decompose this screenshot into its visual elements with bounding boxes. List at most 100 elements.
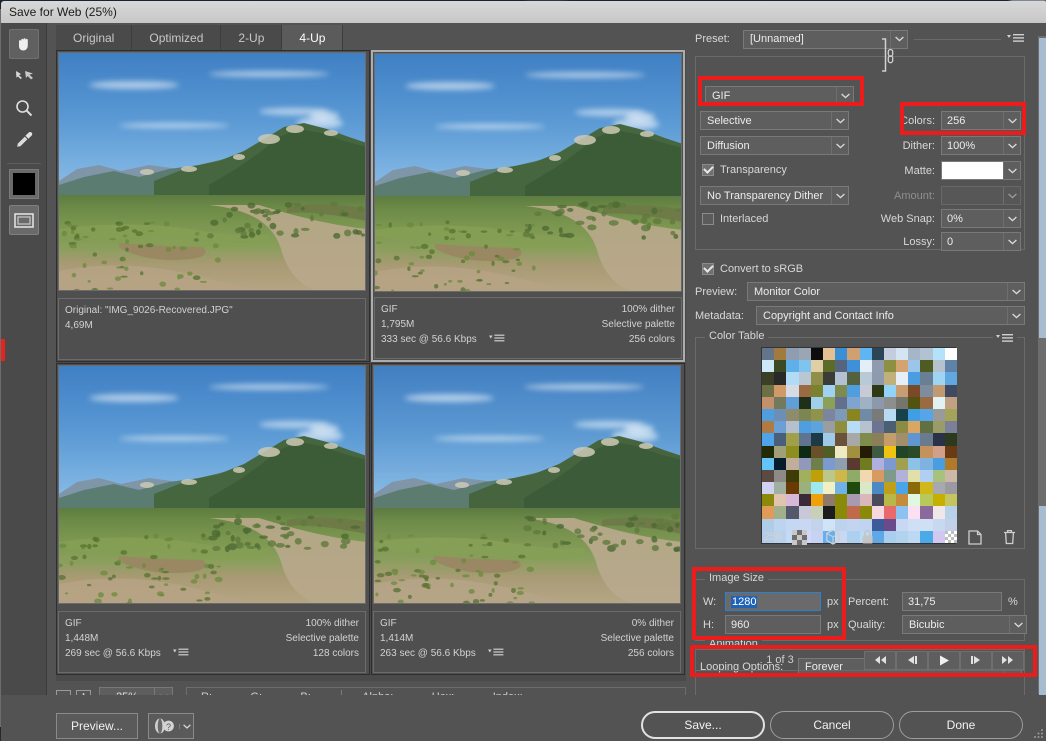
resize-grip-icon[interactable] <box>1032 726 1044 738</box>
color-swatch[interactable] <box>872 458 884 470</box>
color-swatch[interactable] <box>811 506 823 518</box>
color-swatch[interactable] <box>762 372 774 384</box>
color-swatch[interactable] <box>884 385 896 397</box>
preview-color-select[interactable]: Monitor Color <box>747 282 1025 301</box>
height-input[interactable]: 960 <box>725 615 821 634</box>
preview-image[interactable] <box>373 365 681 604</box>
color-swatch[interactable] <box>847 348 859 360</box>
color-swatch[interactable] <box>823 458 835 470</box>
color-swatch[interactable] <box>908 421 920 433</box>
color-swatch[interactable] <box>835 458 847 470</box>
color-swatch[interactable] <box>945 494 957 506</box>
quality-select[interactable]: Bicubic <box>902 615 1027 634</box>
color-swatch[interactable] <box>811 494 823 506</box>
color-swatch[interactable] <box>774 506 786 518</box>
color-swatch[interactable] <box>908 494 920 506</box>
color-swatch[interactable] <box>860 482 872 494</box>
color-swatch[interactable] <box>933 360 945 372</box>
color-swatch[interactable] <box>860 433 872 445</box>
color-swatch[interactable] <box>908 482 920 494</box>
preview-image[interactable] <box>374 53 682 292</box>
color-swatch[interactable] <box>847 385 859 397</box>
color-swatch[interactable] <box>896 446 908 458</box>
lossy-field[interactable]: 0 <box>941 232 1021 251</box>
color-swatch[interactable] <box>945 397 957 409</box>
color-swatch[interactable] <box>762 409 774 421</box>
color-swatch[interactable] <box>762 494 774 506</box>
color-swatch[interactable] <box>920 433 932 445</box>
color-swatch[interactable] <box>933 458 945 470</box>
color-swatch[interactable] <box>811 482 823 494</box>
color-swatch[interactable] <box>847 470 859 482</box>
color-swatch[interactable] <box>774 482 786 494</box>
color-swatch[interactable] <box>774 470 786 482</box>
color-swatch[interactable] <box>933 348 945 360</box>
color-swatch[interactable] <box>872 385 884 397</box>
color-swatch[interactable] <box>823 482 835 494</box>
color-swatch[interactable] <box>847 372 859 384</box>
color-swatch[interactable] <box>920 446 932 458</box>
dither-algorithm-select[interactable]: Diffusion <box>700 136 849 155</box>
color-swatch[interactable] <box>884 458 896 470</box>
color-swatch[interactable] <box>811 385 823 397</box>
color-swatch[interactable] <box>774 494 786 506</box>
color-swatch[interactable] <box>908 458 920 470</box>
color-swatch[interactable] <box>860 470 872 482</box>
web-shift-icon[interactable] <box>782 530 816 545</box>
colors-field[interactable]: 256 <box>941 111 1021 130</box>
color-swatch[interactable] <box>762 506 774 518</box>
color-swatch[interactable] <box>786 397 798 409</box>
color-swatch[interactable] <box>945 482 957 494</box>
color-swatch[interactable] <box>908 409 920 421</box>
preview-options-menu-button[interactable] <box>489 333 505 348</box>
width-input[interactable]: 1280 <box>725 592 821 611</box>
color-swatch[interactable] <box>847 360 859 372</box>
color-swatch[interactable] <box>884 421 896 433</box>
color-swatch[interactable] <box>762 421 774 433</box>
color-swatch[interactable] <box>762 397 774 409</box>
percent-input[interactable]: 31,75 <box>902 592 1002 611</box>
color-swatch[interactable] <box>786 458 798 470</box>
color-swatch[interactable] <box>762 446 774 458</box>
color-swatch[interactable] <box>835 494 847 506</box>
tab-2-up[interactable]: 2-Up <box>221 25 282 50</box>
color-swatch[interactable] <box>872 348 884 360</box>
color-swatch[interactable] <box>860 409 872 421</box>
color-swatch[interactable] <box>847 482 859 494</box>
color-swatch[interactable] <box>823 397 835 409</box>
color-swatch[interactable] <box>786 470 798 482</box>
color-swatch[interactable] <box>762 360 774 372</box>
color-table-menu-button[interactable] <box>993 330 1017 348</box>
color-swatch[interactable] <box>774 458 786 470</box>
color-swatch[interactable] <box>908 348 920 360</box>
color-swatch[interactable] <box>811 421 823 433</box>
color-swatch[interactable] <box>799 433 811 445</box>
color-swatch[interactable] <box>799 409 811 421</box>
zoom-tool[interactable] <box>9 93 39 123</box>
color-swatch[interactable] <box>811 348 823 360</box>
color-swatch[interactable] <box>945 506 957 518</box>
color-swatch[interactable] <box>920 360 932 372</box>
color-swatch[interactable] <box>835 433 847 445</box>
color-swatch[interactable] <box>933 494 945 506</box>
color-swatch[interactable] <box>799 348 811 360</box>
preset-panel-menu-button[interactable] <box>1007 30 1025 48</box>
color-swatch[interactable] <box>786 446 798 458</box>
color-swatch[interactable] <box>835 482 847 494</box>
preview-image[interactable] <box>58 365 366 604</box>
color-swatch[interactable] <box>799 397 811 409</box>
color-swatch[interactable] <box>799 446 811 458</box>
preview-pane-0[interactable]: Original: "IMG_9026-Recovered.JPG"4,69M <box>56 50 370 362</box>
color-swatch[interactable] <box>945 409 957 421</box>
slice-select-tool[interactable] <box>9 61 39 91</box>
preview-image[interactable] <box>58 52 366 291</box>
color-swatch[interactable] <box>823 372 835 384</box>
color-swatch[interactable] <box>762 385 774 397</box>
color-swatch[interactable] <box>823 506 835 518</box>
color-swatch[interactable] <box>860 360 872 372</box>
color-swatch[interactable] <box>762 433 774 445</box>
color-swatch[interactable] <box>823 446 835 458</box>
color-swatch[interactable] <box>786 506 798 518</box>
color-swatch[interactable] <box>933 385 945 397</box>
color-swatch[interactable] <box>945 433 957 445</box>
